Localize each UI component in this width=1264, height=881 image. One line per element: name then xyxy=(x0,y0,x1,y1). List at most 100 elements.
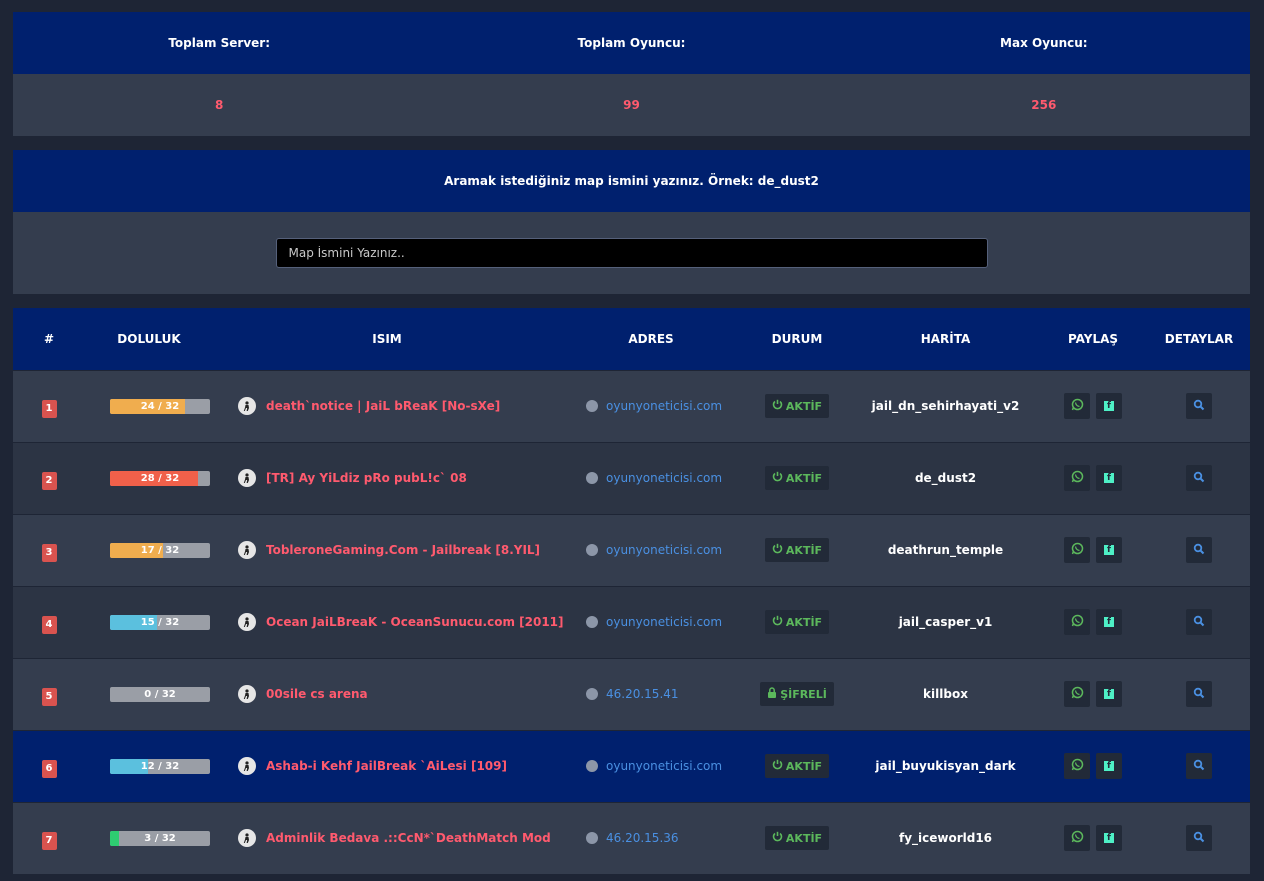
facebook-icon: f xyxy=(1104,545,1114,555)
power-icon xyxy=(772,615,783,629)
steam-icon xyxy=(586,760,598,772)
map-name: de_dust2 xyxy=(853,441,1038,514)
server-name-link[interactable]: Ocean JaiLBreaK - OceanSunucu.com [2011] xyxy=(266,615,564,629)
server-name-link[interactable]: Adminlik Bedava .::CcN*`DeathMatch Mod xyxy=(266,831,551,845)
details-cell xyxy=(1148,441,1250,514)
share-whatsapp-button[interactable] xyxy=(1064,681,1090,707)
share-facebook-button[interactable]: f xyxy=(1096,465,1122,491)
player-fill-bar: 15 / 32 xyxy=(110,614,210,630)
search-icon xyxy=(1193,615,1205,630)
server-row: 3 17 / 32 TobleroneGaming.Com - Jailbrea… xyxy=(13,513,1250,586)
share-facebook-button[interactable]: f xyxy=(1096,753,1122,779)
details-button[interactable] xyxy=(1186,537,1212,563)
share-cell: f xyxy=(1038,441,1148,514)
stats-header: Toplam Server: Toplam Oyuncu: Max Oyuncu… xyxy=(13,12,1250,74)
facebook-icon: f xyxy=(1104,761,1114,771)
share-facebook-button[interactable]: f xyxy=(1096,681,1122,707)
details-button[interactable] xyxy=(1186,609,1212,635)
stat-value-max-players: 256 xyxy=(1031,98,1057,112)
search-icon xyxy=(1193,687,1205,702)
server-row: 5 0 / 32 00sile cs arena 46.20.15.41 ŞİF… xyxy=(13,657,1250,730)
server-address-link[interactable]: oyunyoneticisi.com xyxy=(606,543,722,557)
player-fill-bar: 0 / 32 xyxy=(110,686,210,702)
map-name: killbox xyxy=(853,657,1038,730)
server-address-link[interactable]: 46.20.15.36 xyxy=(606,831,679,845)
whatsapp-icon xyxy=(1071,470,1084,486)
server-address-link[interactable]: oyunyoneticisi.com xyxy=(606,471,722,485)
status-label: AKTİF xyxy=(785,543,823,557)
facebook-icon: f xyxy=(1104,833,1114,844)
address-cell: oyunyoneticisi.com xyxy=(561,369,741,442)
player-fill-bar: 3 / 32 xyxy=(110,830,210,846)
share-whatsapp-button[interactable] xyxy=(1064,537,1090,563)
rank-cell: 5 xyxy=(13,657,85,730)
server-address-link[interactable]: oyunyoneticisi.com xyxy=(606,399,722,413)
status-badge: AKTİF xyxy=(764,538,830,562)
rank-badge: 2 xyxy=(41,472,57,490)
player-fill-text: 12 / 32 xyxy=(140,760,180,772)
share-facebook-button[interactable]: f xyxy=(1096,609,1122,635)
details-button[interactable] xyxy=(1186,465,1212,491)
fill-cell: 17 / 32 xyxy=(85,513,213,586)
player-fill-bar: 24 / 32 xyxy=(110,398,210,414)
fill-cell: 0 / 32 xyxy=(85,657,213,730)
rank-cell: 6 xyxy=(13,729,85,802)
details-button[interactable] xyxy=(1186,393,1212,419)
search-panel: Aramak istediğiniz map ismini yazınız. Ö… xyxy=(13,150,1250,294)
map-name: deathrun_temple xyxy=(853,513,1038,586)
status-cell: AKTİF xyxy=(741,369,853,442)
stat-label-total-servers: Toplam Server: xyxy=(168,36,271,50)
power-icon xyxy=(772,831,783,845)
counter-strike-icon xyxy=(238,541,256,559)
status-cell: AKTİF xyxy=(741,513,853,586)
map-search-input[interactable] xyxy=(275,238,988,268)
status-cell: AKTİF xyxy=(741,801,853,874)
stat-value-total-servers: 8 xyxy=(214,98,224,112)
share-facebook-button[interactable]: f xyxy=(1096,537,1122,563)
stat-label-max-players: Max Oyuncu: xyxy=(1000,36,1088,50)
share-whatsapp-button[interactable] xyxy=(1064,465,1090,491)
server-name-link[interactable]: [TR] Ay YiLdiz pRo pubL!c` 08 xyxy=(266,471,467,485)
share-cell: f xyxy=(1038,369,1148,442)
col-header-address: ADRES xyxy=(628,331,674,346)
share-cell: f xyxy=(1038,513,1148,586)
search-body xyxy=(13,212,1250,294)
server-address-link[interactable]: oyunyoneticisi.com xyxy=(606,615,722,629)
whatsapp-icon xyxy=(1071,542,1084,558)
share-whatsapp-button[interactable] xyxy=(1064,393,1090,419)
main-container: Toplam Server: Toplam Oyuncu: Max Oyuncu… xyxy=(13,12,1250,874)
server-row: 4 15 / 32 Ocean JaiLBreaK - OceanSunucu.… xyxy=(13,585,1250,658)
player-fill-text: 3 / 32 xyxy=(144,832,176,844)
details-button[interactable] xyxy=(1186,753,1212,779)
server-address-link[interactable]: oyunyoneticisi.com xyxy=(606,759,722,773)
server-row: 7 3 / 32 Adminlik Bedava .::CcN*`DeathMa… xyxy=(13,801,1250,874)
fill-cell: 12 / 32 xyxy=(85,729,213,802)
server-name-link[interactable]: Ashab-i Kehf JailBreak `AiLesi [109] xyxy=(266,759,507,773)
facebook-icon: f xyxy=(1104,617,1114,627)
address-cell: oyunyoneticisi.com xyxy=(561,729,741,802)
lock-icon xyxy=(767,687,777,701)
status-label: AKTİF xyxy=(785,615,823,629)
share-facebook-button[interactable]: f xyxy=(1096,825,1122,852)
server-address-link[interactable]: 46.20.15.41 xyxy=(606,687,679,701)
fill-cell: 3 / 32 xyxy=(85,801,213,874)
server-name-link[interactable]: death`notice | JaiL bReaK [No-sXe] xyxy=(266,399,500,413)
map-name: jail_buyukisyan_dark xyxy=(853,729,1038,802)
status-cell: ŞİFRELİ xyxy=(741,657,853,730)
share-facebook-button[interactable]: f xyxy=(1096,393,1122,419)
search-icon xyxy=(1193,543,1205,558)
share-whatsapp-button[interactable] xyxy=(1064,825,1090,852)
name-cell: [TR] Ay YiLdiz pRo pubL!c` 08 xyxy=(213,441,561,514)
name-cell: Ashab-i Kehf JailBreak `AiLesi [109] xyxy=(213,729,561,802)
details-button[interactable] xyxy=(1186,825,1212,852)
facebook-icon: f xyxy=(1104,689,1114,699)
server-name-link[interactable]: TobleroneGaming.Com - Jailbreak [8.YIL] xyxy=(266,543,540,557)
details-button[interactable] xyxy=(1186,681,1212,707)
address-cell: oyunyoneticisi.com xyxy=(561,585,741,658)
share-cell: f xyxy=(1038,657,1148,730)
share-whatsapp-button[interactable] xyxy=(1064,609,1090,635)
share-whatsapp-button[interactable] xyxy=(1064,753,1090,779)
server-name-link[interactable]: 00sile cs arena xyxy=(266,687,368,701)
status-label: AKTİF xyxy=(785,759,823,773)
rank-badge: 4 xyxy=(41,616,57,634)
